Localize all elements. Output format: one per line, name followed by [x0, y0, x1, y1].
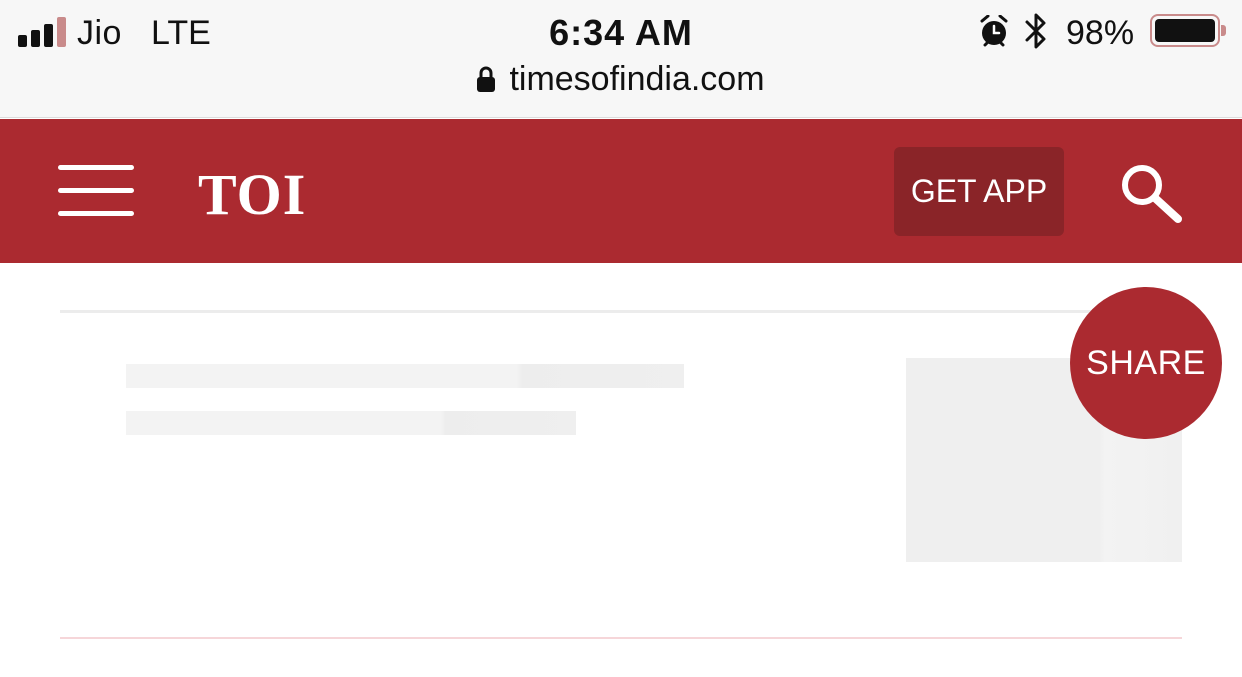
headline-placeholder — [126, 364, 684, 388]
divider — [60, 637, 1182, 639]
status-bar: Jio LTE 6:34 AM 98% timesofindia.com — [0, 0, 1242, 118]
address-bar[interactable]: timesofindia.com — [0, 60, 1242, 99]
alarm-icon — [980, 15, 1008, 47]
bluetooth-icon — [1025, 13, 1046, 49]
search-icon[interactable] — [1118, 161, 1184, 223]
site-header: TOI GET APP — [0, 119, 1242, 263]
hamburger-menu-icon[interactable] — [58, 165, 136, 217]
status-time: 6:34 AM — [549, 12, 693, 53]
battery-percent: 98% — [1066, 14, 1135, 52]
share-button[interactable]: SHARE — [1070, 287, 1222, 439]
get-app-button[interactable]: GET APP — [894, 147, 1064, 236]
divider — [60, 310, 1182, 313]
battery-icon — [1150, 14, 1226, 47]
site-logo[interactable]: TOI — [198, 161, 306, 228]
url-text[interactable]: timesofindia.com — [509, 60, 764, 98]
headline-placeholder — [126, 411, 576, 435]
lock-icon — [477, 66, 496, 92]
